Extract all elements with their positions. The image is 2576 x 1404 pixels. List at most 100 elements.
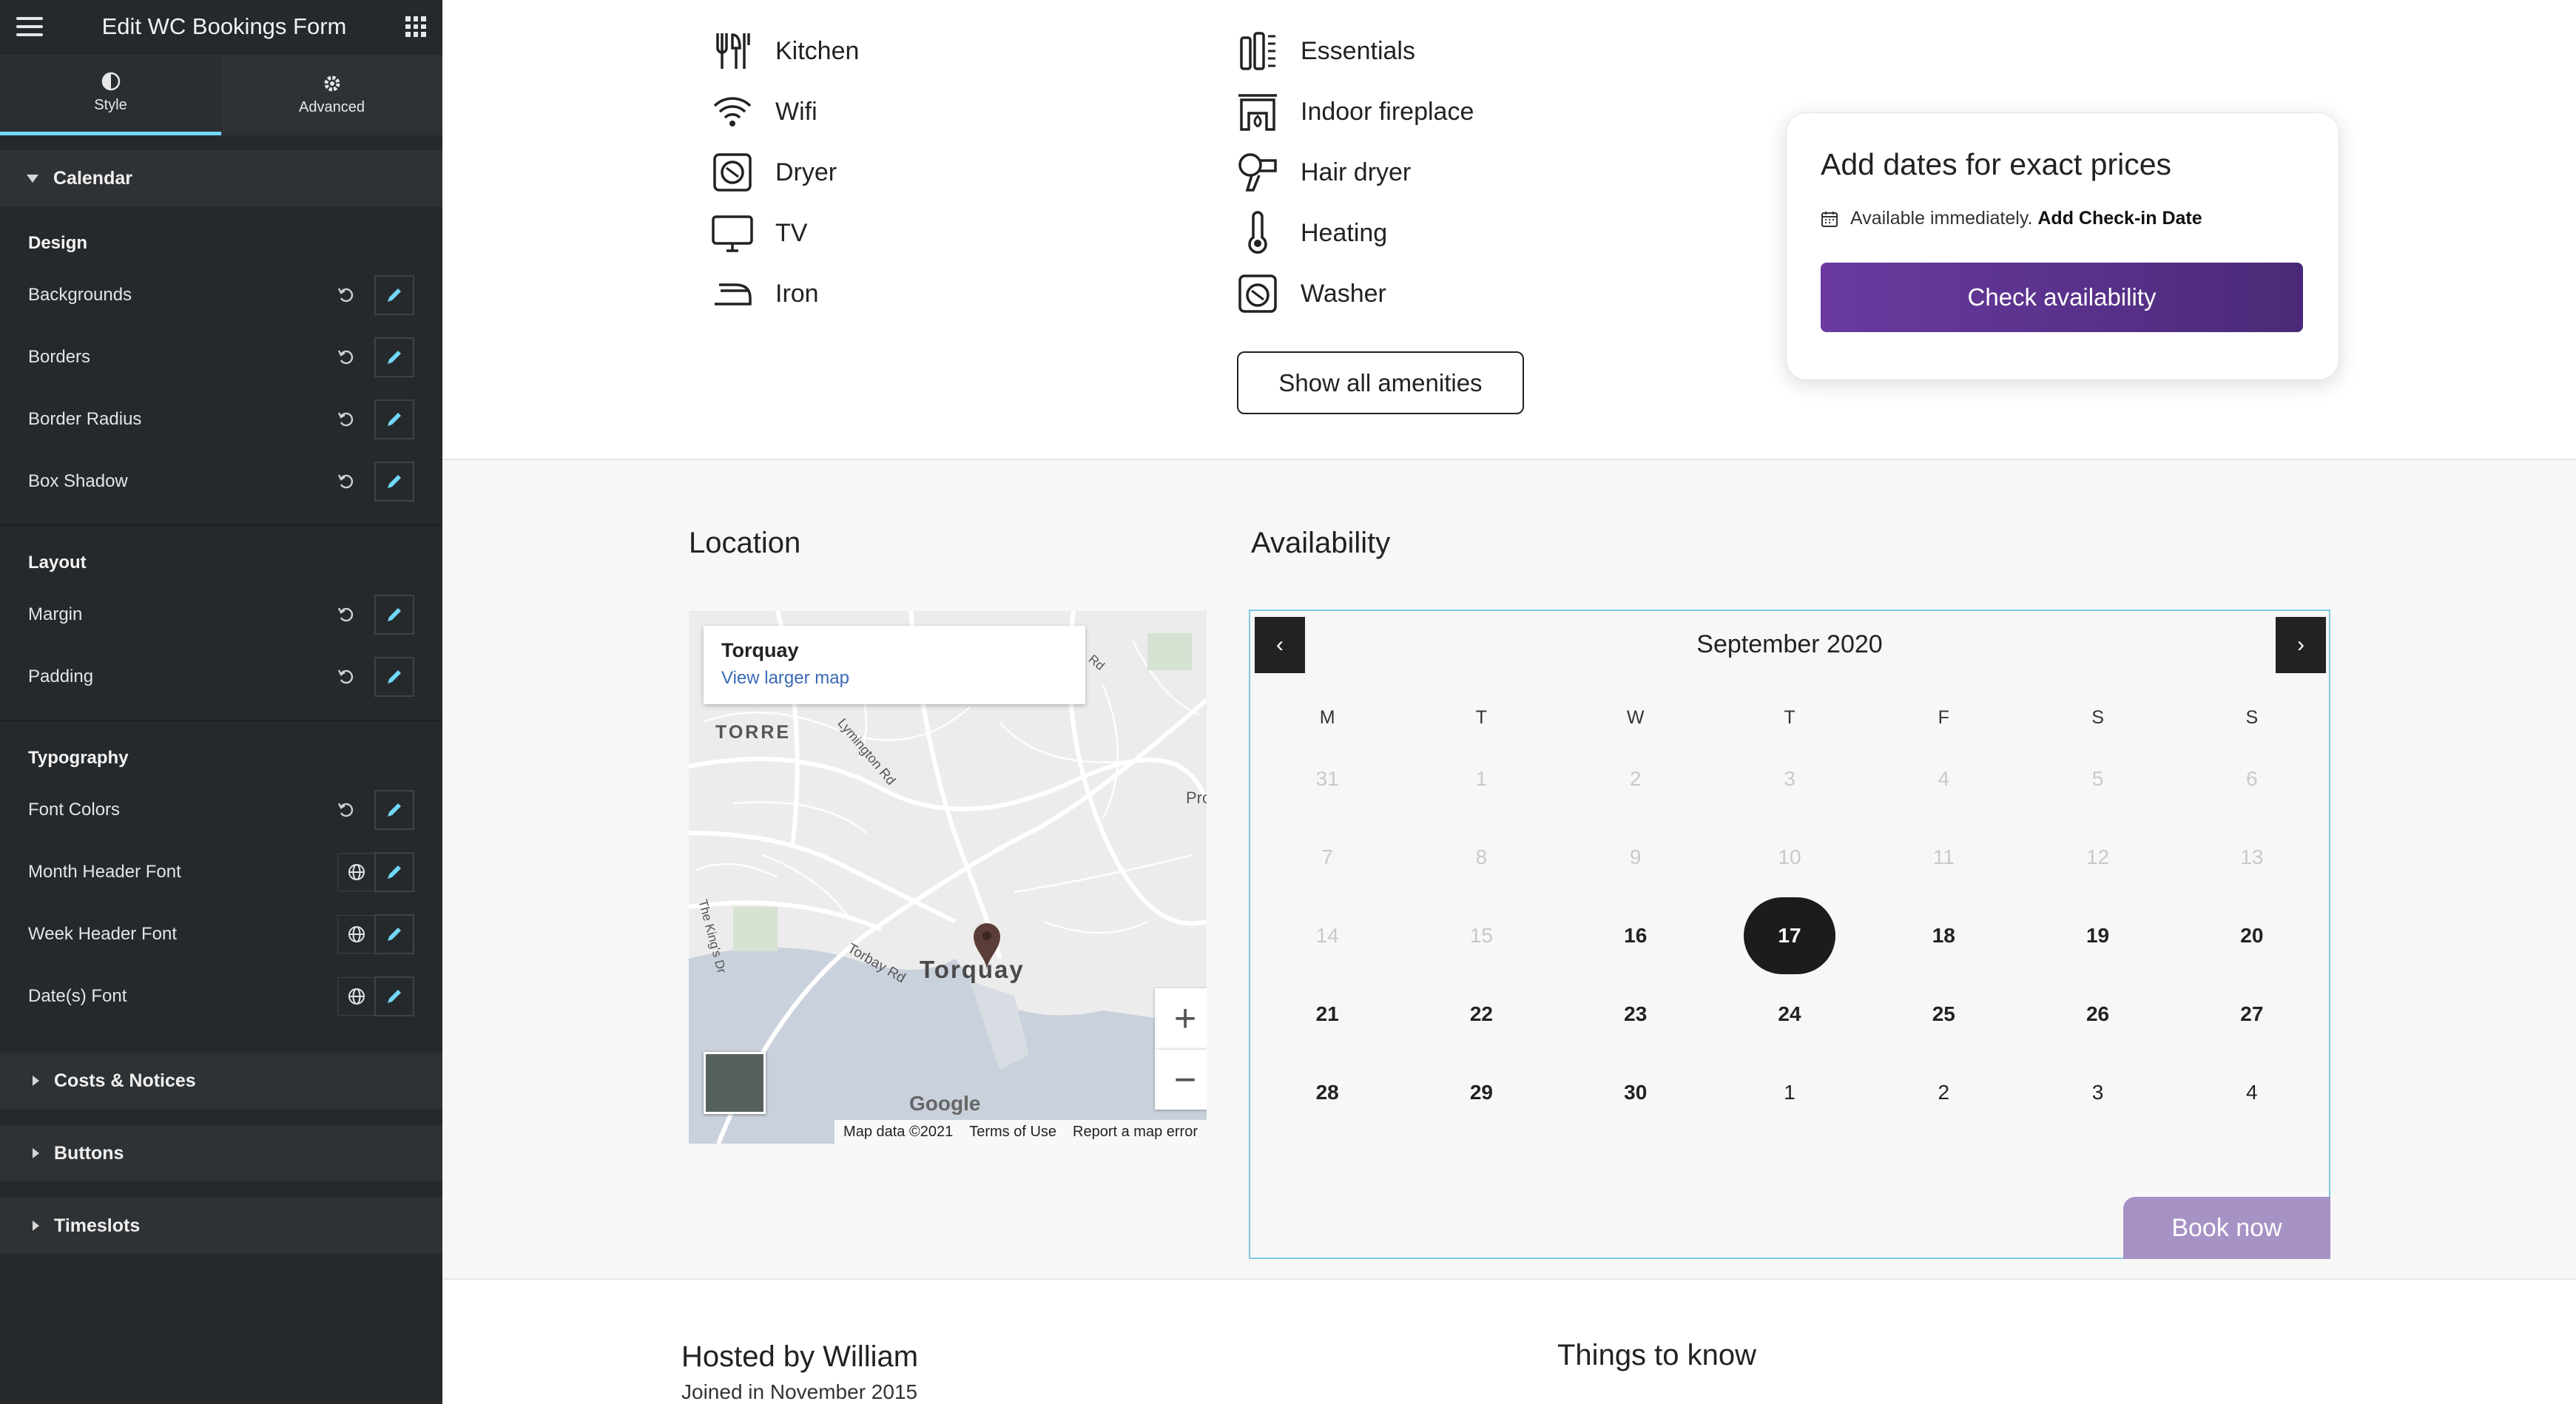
section-costs-notices[interactable]: Costs & Notices	[0, 1053, 442, 1109]
calendar-day[interactable]: 18	[1867, 897, 2020, 975]
zoom-in-button[interactable]: +	[1155, 988, 1207, 1049]
map-attribution: Map data ©2021 Terms of Use Report a map…	[834, 1120, 1207, 1144]
weekday-label: F	[1938, 707, 1949, 728]
map-data-credit: Map data ©2021	[843, 1123, 954, 1140]
section-calendar[interactable]: Calendar	[0, 150, 442, 206]
essentials-icon	[1240, 32, 1275, 70]
amenity-kitchen: Kitchen	[710, 29, 859, 73]
calendar-day[interactable]: 30	[1559, 1053, 1713, 1132]
tab-style[interactable]: Style	[0, 54, 221, 135]
calendar-day[interactable]: 21	[1250, 975, 1404, 1053]
apps-grid-icon[interactable]	[405, 16, 426, 37]
calendar-day[interactable]: 25	[1867, 975, 2020, 1053]
terms-of-use-link[interactable]: Terms of Use	[969, 1124, 1056, 1141]
edit-button[interactable]	[374, 790, 414, 830]
calendar-day[interactable]: 24	[1713, 975, 1867, 1053]
reset-icon[interactable]	[336, 604, 357, 625]
section-label: Costs & Notices	[54, 1070, 196, 1091]
calendar-day[interactable]: 3	[2020, 1053, 2174, 1132]
amenity-indoor-fireplace: Indoor fireplace	[1235, 90, 1474, 134]
calendar-day[interactable]: 4	[2175, 1053, 2329, 1132]
calendar-day-selected[interactable]: 17	[1713, 897, 1867, 975]
edit-button[interactable]	[374, 275, 414, 315]
tab-advanced[interactable]: Advanced	[221, 54, 442, 135]
amenity-label: Hair dryer	[1301, 158, 1412, 186]
reset-icon[interactable]	[336, 800, 357, 820]
control-backgrounds: Backgrounds	[0, 264, 442, 326]
zoom-out-button[interactable]: −	[1155, 1049, 1207, 1110]
weekday-label: W	[1626, 707, 1645, 728]
reset-icon[interactable]	[336, 409, 357, 430]
things-to-know-title: Things to know	[1557, 1339, 1757, 1371]
report-map-error-link[interactable]: Report a map error	[1073, 1124, 1198, 1141]
tab-advanced-label: Advanced	[299, 98, 365, 115]
dryer-icon	[713, 153, 752, 192]
control-border-radius: Border Radius	[0, 388, 442, 450]
edit-button[interactable]	[374, 976, 414, 1016]
calendar-day[interactable]: 22	[1404, 975, 1558, 1053]
amenity-label: Washer	[1301, 279, 1386, 308]
show-all-amenities-button[interactable]: Show all amenities	[1237, 351, 1524, 414]
view-larger-map-link[interactable]: View larger map	[721, 668, 1068, 689]
edit-button[interactable]	[374, 595, 414, 635]
calendar-day[interactable]: 27	[2175, 975, 2329, 1053]
calendar-day[interactable]: 29	[1404, 1053, 1558, 1132]
reset-icon[interactable]	[336, 285, 357, 306]
calendar-week-row: 14 15 16 17 18 19 20	[1250, 897, 2329, 975]
pencil-icon	[388, 351, 401, 364]
calendar-day[interactable]: 20	[2175, 897, 2329, 975]
hamburger-menu-icon[interactable]	[16, 17, 43, 36]
calendar-day[interactable]: 28	[1250, 1053, 1404, 1132]
edit-button[interactable]	[374, 462, 414, 502]
calendar-day: 1	[1475, 767, 1488, 790]
location-map[interactable]: TORRE Lymington Rd Torbay Rd The King's …	[689, 611, 1207, 1144]
calendar-day[interactable]: 16	[1559, 897, 1713, 975]
global-font-button[interactable]	[337, 915, 376, 954]
edit-button[interactable]	[374, 657, 414, 697]
reset-icon[interactable]	[336, 347, 357, 368]
globe-icon	[348, 926, 365, 942]
edit-button[interactable]	[374, 399, 414, 439]
calendar-day[interactable]: 1	[1713, 1053, 1867, 1132]
calendar-day: 5	[2091, 767, 2104, 790]
section-timeslots[interactable]: Timeslots	[0, 1198, 442, 1254]
calendar-day[interactable]: 19	[2020, 897, 2174, 975]
edit-button[interactable]	[374, 914, 414, 954]
calendar-day[interactable]: 2	[1867, 1053, 2020, 1132]
group-design-label: Design	[28, 233, 88, 253]
wifi-icon	[713, 97, 752, 126]
reset-icon[interactable]	[336, 471, 357, 492]
section-calendar-label: Calendar	[53, 167, 132, 189]
calendar-day[interactable]: 26	[2020, 975, 2174, 1053]
check-availability-button[interactable]: Check availability	[1821, 263, 2303, 332]
control-label: Month Header Font	[28, 862, 181, 882]
reset-icon[interactable]	[336, 666, 357, 687]
calendar-day: 6	[2246, 767, 2258, 790]
globe-icon	[348, 864, 365, 880]
amenity-hair-dryer: Hair dryer	[1235, 150, 1411, 195]
global-font-button[interactable]	[337, 977, 376, 1016]
calendar-day: 7	[1321, 846, 1333, 868]
calendar-day: 4	[1938, 767, 1950, 790]
satellite-view-toggle[interactable]	[704, 1052, 766, 1114]
editor-topbar: Edit WC Bookings Form	[0, 0, 442, 54]
design-controls: Backgrounds Borders Border Radius Box Sh…	[0, 264, 442, 513]
amenity-label: Essentials	[1301, 36, 1415, 65]
pencil-icon	[388, 928, 401, 941]
booking-price-card: Add dates for exact prices Available imm…	[1786, 112, 2339, 380]
pencil-icon	[388, 670, 401, 684]
next-month-button[interactable]: ›	[2276, 617, 2326, 673]
edit-button[interactable]	[374, 337, 414, 377]
weekday-label: T	[1784, 707, 1796, 728]
pencil-icon	[388, 865, 401, 879]
calendar-day[interactable]: 23	[1559, 975, 1713, 1053]
weekday-header: M T W T F S S	[1250, 707, 2329, 740]
global-font-button[interactable]	[337, 853, 376, 891]
book-now-button[interactable]: Book now	[2123, 1197, 2330, 1259]
availability-calendar: ‹ September 2020 › M T W T F S S 31 1 2 …	[1249, 610, 2330, 1259]
section-buttons[interactable]: Buttons	[0, 1125, 442, 1181]
add-checkin-link[interactable]: Add Check-in Date	[2037, 208, 2202, 229]
amenity-tv: TV	[710, 211, 807, 255]
edit-button[interactable]	[374, 852, 414, 892]
weekday-label: S	[2245, 707, 2259, 728]
